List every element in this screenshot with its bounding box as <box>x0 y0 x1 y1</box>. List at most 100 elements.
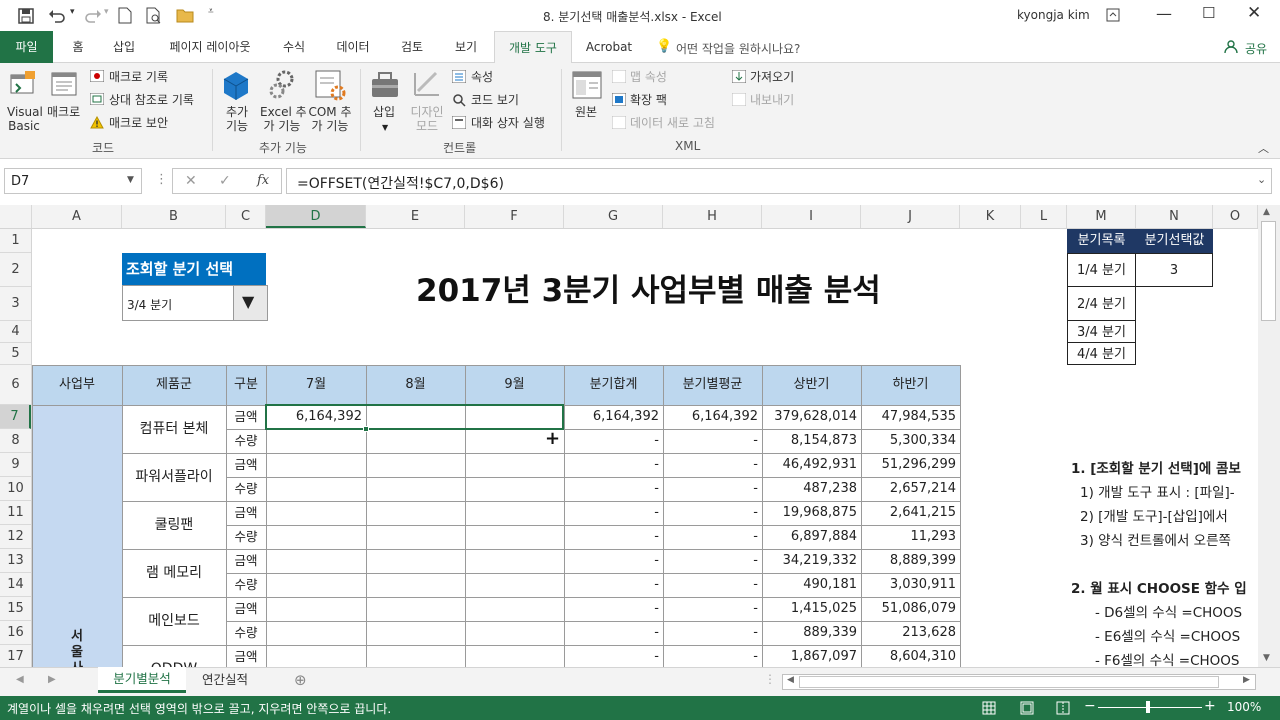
kind-cell[interactable]: 금액 <box>226 405 266 429</box>
data-cell[interactable]: - <box>564 597 663 621</box>
data-cell[interactable] <box>266 573 366 597</box>
data-cell[interactable]: - <box>564 429 663 453</box>
data-cell[interactable] <box>266 429 366 453</box>
addins-button[interactable]: 추가 기능 <box>224 105 250 133</box>
kind-cell[interactable]: 금액 <box>226 453 266 477</box>
data-cell[interactable]: 46,492,931 <box>762 453 861 477</box>
row-header[interactable]: 1 <box>0 229 31 253</box>
column-header[interactable]: E <box>366 205 465 228</box>
data-cell[interactable]: 490,181 <box>762 573 861 597</box>
column-header[interactable]: O <box>1213 205 1258 228</box>
data-cell[interactable]: 6,164,392 <box>663 405 762 429</box>
column-header[interactable]: J <box>861 205 960 228</box>
zoom-out-icon[interactable]: − <box>1084 698 1096 714</box>
undo-dropdown-icon[interactable]: ▾ <box>70 7 75 17</box>
sheet-tab[interactable]: 연간실적 <box>188 668 262 694</box>
data-cell[interactable]: - <box>564 501 663 525</box>
data-cell[interactable] <box>465 453 564 477</box>
redo-icon[interactable] <box>84 8 102 24</box>
data-cell[interactable]: 8,889,399 <box>861 549 960 573</box>
data-cell[interactable] <box>366 477 465 501</box>
data-cell[interactable] <box>266 453 366 477</box>
row-header[interactable]: 9 <box>0 453 31 477</box>
com-addins-icon[interactable] <box>314 69 346 101</box>
normal-view-icon[interactable] <box>982 701 996 715</box>
h-scrollbar-thumb[interactable] <box>799 676 1219 688</box>
kind-cell[interactable]: 금액 <box>226 597 266 621</box>
data-cell[interactable] <box>465 645 564 667</box>
combo-dropdown-button[interactable]: ▼ <box>233 286 267 320</box>
tab-view[interactable]: 보기 <box>448 31 484 63</box>
zoom-in-icon[interactable]: + <box>1204 698 1216 714</box>
scroll-left-icon[interactable]: ◀ <box>787 675 794 685</box>
scroll-down-icon[interactable]: ▼ <box>1263 653 1270 663</box>
header-cell[interactable]: 8월 <box>366 365 465 405</box>
kind-cell[interactable]: 금액 <box>226 645 266 667</box>
data-cell[interactable]: - <box>663 429 762 453</box>
header-cell[interactable]: 분기합계 <box>564 365 663 405</box>
formula-input[interactable]: =OFFSET(연간실적!$C7,0,D$6) ⌄ <box>286 168 1272 194</box>
row-header[interactable]: 14 <box>0 573 31 597</box>
data-cell[interactable]: - <box>564 453 663 477</box>
tell-me-input[interactable]: 어떤 작업을 원하시나요? <box>676 40 800 57</box>
data-cell[interactable] <box>366 645 465 667</box>
record-macro-button[interactable]: 매크로 기록 <box>109 70 168 84</box>
row-header[interactable]: 13 <box>0 549 31 573</box>
share-button[interactable]: 공유 <box>1245 40 1267 57</box>
data-cell[interactable]: 11,293 <box>861 525 960 549</box>
data-cell[interactable] <box>465 621 564 645</box>
data-cell[interactable]: - <box>663 525 762 549</box>
data-cell[interactable] <box>266 477 366 501</box>
row-header-selected[interactable]: 7 <box>0 405 31 429</box>
column-header[interactable]: B <box>122 205 226 228</box>
zoom-slider[interactable] <box>1098 707 1202 708</box>
data-cell[interactable] <box>266 501 366 525</box>
open-folder-icon[interactable] <box>176 8 194 23</box>
row-header[interactable]: 2 <box>0 253 31 287</box>
tab-file[interactable]: 파일 <box>0 31 53 63</box>
refresh-data-button[interactable]: 데이터 새로 고침 <box>630 116 715 130</box>
worksheet[interactable]: 조회할 분기 선택 3/4 분기 ▼ 2017년 3분기 사업부별 매출 분석 … <box>32 229 1258 667</box>
selected-range[interactable] <box>265 404 564 430</box>
name-box[interactable]: D7 ▼ <box>4 168 142 194</box>
print-preview-icon[interactable] <box>146 7 162 24</box>
add-sheet-icon[interactable]: ⊕ <box>294 671 307 689</box>
column-header[interactable]: H <box>663 205 762 228</box>
data-cell[interactable]: - <box>663 453 762 477</box>
row-header[interactable]: 5 <box>0 343 31 365</box>
row-header[interactable]: 17 <box>0 645 31 669</box>
data-cell[interactable]: - <box>663 573 762 597</box>
data-cell[interactable] <box>465 477 564 501</box>
data-cell[interactable]: 51,296,299 <box>861 453 960 477</box>
data-cell[interactable] <box>266 549 366 573</box>
column-header[interactable]: C <box>226 205 266 228</box>
tab-home[interactable]: 홈 <box>66 31 90 63</box>
header-cell[interactable]: 7월 <box>266 365 366 405</box>
quarter-combo-box[interactable]: 3/4 분기 ▼ <box>122 285 268 321</box>
row-header[interactable]: 4 <box>0 321 31 343</box>
data-cell[interactable]: 2,641,215 <box>861 501 960 525</box>
com-addins-button[interactable]: COM 추가 기능 <box>308 105 352 133</box>
row-header[interactable]: 8 <box>0 429 31 453</box>
save-icon[interactable] <box>18 8 34 24</box>
relative-ref-button[interactable]: 상대 참조로 기록 <box>109 93 194 107</box>
next-sheet-icon[interactable]: ▶ <box>48 674 56 685</box>
data-cell[interactable]: 8,154,873 <box>762 429 861 453</box>
data-cell[interactable] <box>366 525 465 549</box>
product-cell[interactable]: 쿨링팬 <box>122 501 226 549</box>
data-cell[interactable]: - <box>663 501 762 525</box>
selected-quarter-value[interactable]: 3 <box>1135 253 1213 287</box>
data-cell[interactable]: 889,339 <box>762 621 861 645</box>
insert-controls-button[interactable]: 삽입 <box>373 105 395 119</box>
insert-dropdown-icon[interactable]: ▼ <box>382 123 388 132</box>
visual-basic-button[interactable]: Visual Basic <box>7 105 43 133</box>
cancel-icon[interactable]: ✕ <box>185 173 197 189</box>
tab-split-icon[interactable]: ⋮ <box>764 672 776 686</box>
column-header[interactable]: K <box>960 205 1021 228</box>
addins-icon[interactable] <box>222 71 250 101</box>
prev-sheet-icon[interactable]: ◀ <box>16 674 24 685</box>
properties-button[interactable]: 속성 <box>471 70 493 84</box>
map-properties-button[interactable]: 맵 속성 <box>630 70 667 84</box>
data-cell[interactable]: - <box>663 621 762 645</box>
tab-insert[interactable]: 삽입 <box>108 31 140 63</box>
